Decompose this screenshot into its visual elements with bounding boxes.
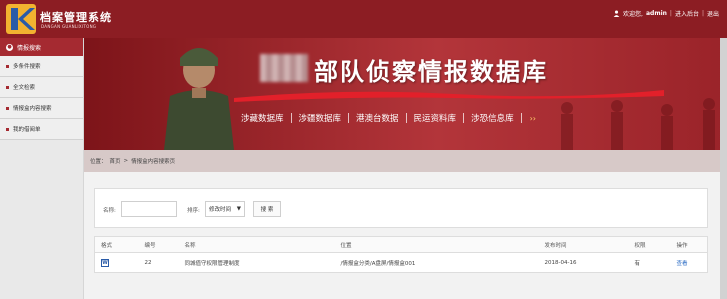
sort-label: 排序: (187, 208, 200, 214)
sidebar-item-label: 我的借阅单 (13, 127, 41, 133)
top-header: 档案管理系统 DANGAN GUANLIXITONG 欢迎您, admin | … (0, 0, 727, 38)
bullet-icon (6, 127, 9, 131)
col-format: 格式 (94, 236, 139, 253)
chevron-down-icon: ▼ (236, 206, 241, 212)
name-label: 名称: (103, 208, 116, 214)
sidebar: ● 情报搜索 多条件搜索 全文检索 情报盒内容搜索 我的借阅单 (0, 38, 84, 299)
tab-xinjiang-db[interactable]: 涉疆数据库 (292, 112, 349, 124)
bullet-icon (6, 106, 9, 110)
more-tabs-icon[interactable]: ›› (522, 114, 536, 123)
tab-hk-macao-taiwan-db[interactable]: 港澳台数据 (349, 112, 406, 124)
sidebar-item-label: 全文检索 (13, 85, 36, 91)
col-date: 发布时间 (538, 236, 629, 253)
flag-ribbon-image (234, 90, 664, 102)
word-doc-icon: W (101, 258, 109, 267)
breadcrumb-home[interactable]: 首页 (110, 157, 121, 165)
bullet-icon (6, 64, 9, 68)
username: admin (645, 10, 667, 17)
search-circle-icon: ● (6, 43, 13, 51)
sort-select-value: 修改时间 (209, 207, 232, 213)
sidebar-item-fulltext[interactable]: 全文检索 (0, 77, 83, 98)
search-button[interactable]: 搜 索 (253, 201, 281, 217)
user-icon (613, 10, 620, 17)
soldier-image (164, 48, 234, 150)
sort-select[interactable]: 修改时间 ▼ (205, 201, 245, 217)
col-action: 操作 (670, 236, 708, 253)
cell-location: /情报盒分类/A盘屏/情报盒001 (340, 260, 416, 267)
cell-number: 22 (144, 259, 152, 266)
soldiers-silhouette-image (561, 98, 715, 150)
results-table: 格式 编号 名称 位置 发布时间 权限 操作 W 22 同城值守权限管理制度 /… (94, 236, 708, 273)
table-header-row: 格式 编号 名称 位置 发布时间 权限 操作 (94, 236, 708, 253)
sidebar-item-borrow-list[interactable]: 我的借阅单 (0, 119, 83, 140)
name-input[interactable] (121, 201, 177, 217)
app-subtitle: DANGAN GUANLIXITONG (41, 24, 97, 29)
search-panel: 名称: 排序: 修改时间 ▼ 搜 索 (94, 188, 708, 228)
bullet-icon (6, 85, 9, 89)
tab-terror-db[interactable]: 涉恐信息库 (464, 112, 521, 124)
sidebar-item-box-search[interactable]: 情报盒内容搜索 (0, 98, 83, 119)
breadcrumb-current: 情报盒内容搜索页 (131, 159, 176, 165)
divider: | (669, 10, 672, 17)
divider: | (701, 10, 704, 17)
breadcrumb-separator: > (123, 158, 129, 164)
scrollbar[interactable] (720, 38, 727, 299)
tab-democracy-db[interactable]: 民运资料库 (407, 112, 464, 124)
cell-format: W (95, 253, 139, 273)
table-row[interactable]: W 22 同城值守权限管理制度 /情报盒分类/A盘屏/情报盒001 2018-0… (95, 253, 708, 273)
sidebar-section-title: 情报搜索 (17, 44, 42, 52)
col-number: 编号 (138, 236, 179, 253)
col-permission: 权限 (628, 236, 671, 253)
user-area: 欢迎您, admin | 进入后台 | 退出 (613, 9, 719, 18)
app-logo-icon (6, 4, 36, 34)
sidebar-section-header[interactable]: ● 情报搜索 (0, 38, 83, 56)
banner: 部队侦察情报数据库 涉藏数据库 涉疆数据库 港澳台数据 民运资料库 涉恐信息库 … (84, 38, 727, 150)
cell-date: 2018-04-16 (544, 259, 577, 266)
blurred-text (260, 54, 308, 82)
cell-name: 同城值守权限管理制度 (184, 260, 240, 267)
sidebar-item-label: 多条件搜索 (13, 64, 41, 70)
view-link[interactable]: 查看 (671, 253, 708, 273)
col-location: 位置 (334, 236, 539, 253)
tab-tibet-db[interactable]: 涉藏数据库 (234, 112, 291, 124)
logout-link[interactable]: 退出 (707, 9, 719, 18)
banner-tabs: 涉藏数据库 涉疆数据库 港澳台数据 民运资料库 涉恐信息库 ›› (234, 112, 536, 124)
breadcrumb-label: 位置： (90, 159, 107, 165)
sidebar-item-label: 情报盒内容搜索 (13, 106, 52, 112)
greeting-text: 欢迎您, (623, 11, 643, 18)
admin-link[interactable]: 进入后台 (675, 9, 699, 18)
sidebar-item-multi-search[interactable]: 多条件搜索 (0, 56, 83, 77)
app-title: 档案管理系统 (40, 11, 112, 24)
breadcrumb: 位置： 首页 > 情报盒内容搜索页 (84, 150, 727, 172)
cell-permission: 有 (634, 260, 641, 267)
banner-title: 部队侦察情报数据库 (314, 57, 548, 86)
col-name: 名称 (178, 236, 335, 253)
